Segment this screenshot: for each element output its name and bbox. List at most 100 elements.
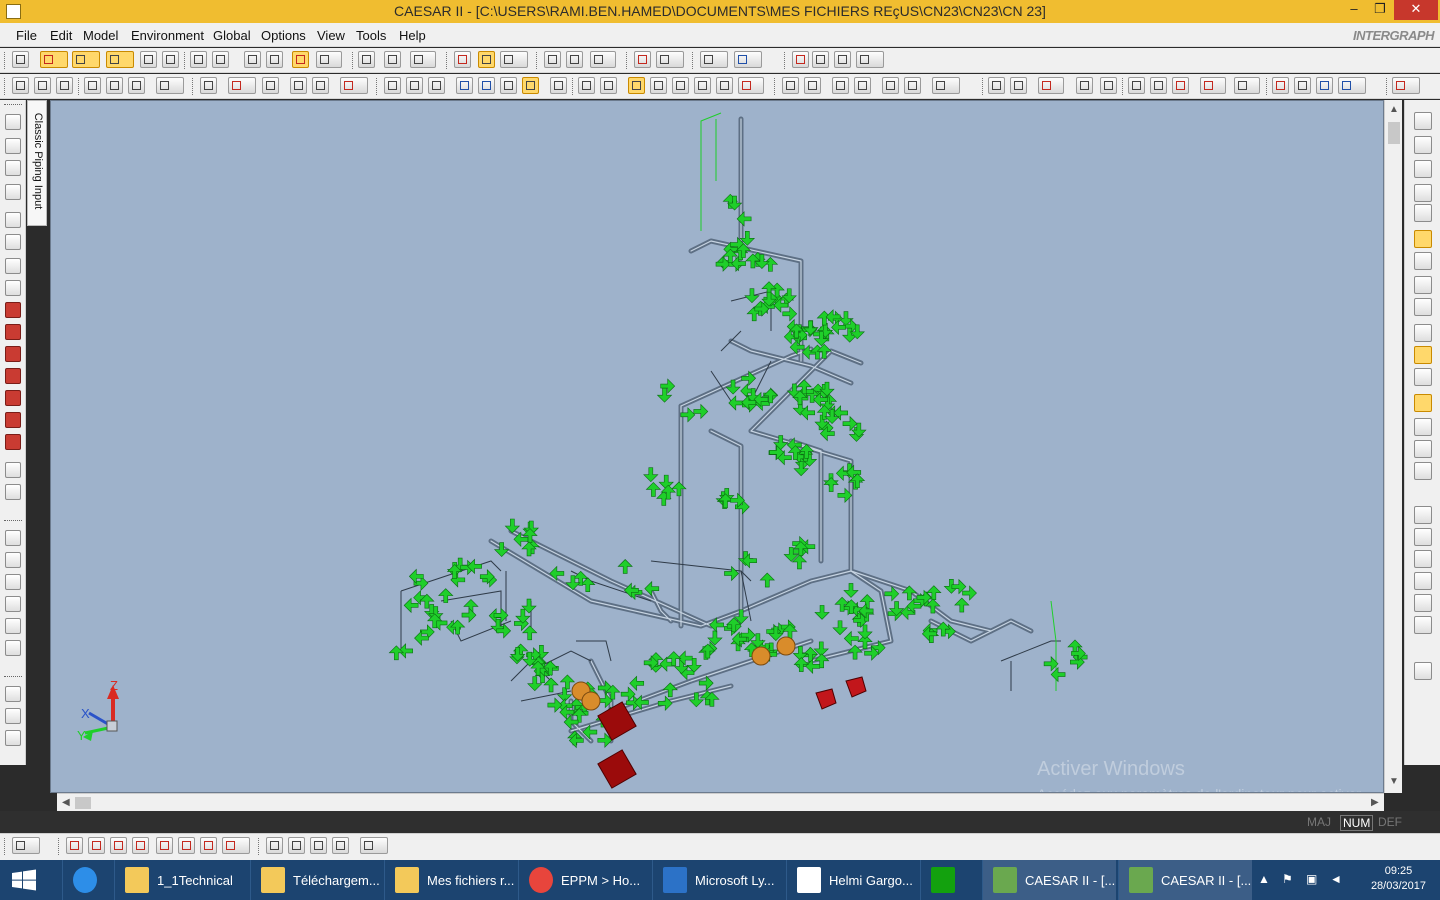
length-button[interactable]	[1010, 77, 1027, 94]
asterisk-icon[interactable]	[5, 686, 21, 702]
stress-button[interactable]	[634, 51, 651, 68]
forces-button[interactable]	[358, 51, 375, 68]
tray-flag-icon[interactable]: ⚑	[1282, 872, 1296, 886]
arrow-back-icon[interactable]	[5, 552, 21, 568]
scroll-right-icon[interactable]: ▶	[1371, 797, 1379, 808]
restraint-button[interactable]	[244, 51, 261, 68]
horizontal-scroll-thumb[interactable]	[75, 797, 91, 809]
e-button[interactable]	[178, 837, 195, 854]
rigid-tool-button[interactable]	[5, 324, 21, 340]
anchors-display-button[interactable]	[1038, 77, 1064, 94]
taskbar-item[interactable]: Helmi Gargo...	[786, 860, 918, 900]
displacement-button[interactable]	[316, 51, 342, 68]
menu-file[interactable]: File	[16, 28, 37, 43]
iso-view-button[interactable]	[932, 77, 960, 94]
temperature-button[interactable]	[1200, 77, 1226, 94]
start-button[interactable]	[0, 860, 48, 900]
node-tool-button[interactable]	[5, 138, 21, 154]
silhouette-button[interactable]	[672, 77, 689, 94]
find-node-button[interactable]	[5, 212, 21, 228]
wave-load-button[interactable]	[1414, 368, 1432, 386]
rotate-button[interactable]	[456, 77, 473, 94]
pressure-button[interactable]	[1234, 77, 1260, 94]
anchor-button[interactable]	[792, 51, 809, 68]
expansion-joint-button[interactable]	[140, 51, 157, 68]
chart-button[interactable]	[222, 837, 250, 854]
lock-icon[interactable]	[5, 730, 21, 746]
tray-volume-icon[interactable]: ◄	[1330, 872, 1344, 886]
tee-button[interactable]	[212, 51, 229, 68]
scroll-down-icon[interactable]: ▼	[1389, 776, 1399, 787]
spring-button[interactable]	[1414, 136, 1432, 154]
open-file-button[interactable]	[34, 77, 51, 94]
weight-button[interactable]	[1392, 77, 1420, 94]
menu-tools[interactable]: Tools	[356, 28, 386, 43]
insert-button[interactable]	[5, 184, 21, 200]
guide-type-button[interactable]	[1414, 184, 1432, 202]
bend-button[interactable]	[72, 51, 100, 68]
allowable-button[interactable]	[1414, 394, 1432, 412]
select-button[interactable]	[600, 77, 617, 94]
model-viewport[interactable]: Z X Y Activer Windows Accédez aux paramè…	[50, 100, 1384, 793]
range-button[interactable]	[5, 234, 21, 250]
top-view-button[interactable]	[832, 77, 849, 94]
flange-tool-button[interactable]	[5, 412, 21, 428]
pan-button[interactable]	[478, 77, 495, 94]
arrow-forward-icon[interactable]	[5, 574, 21, 590]
right-view-button[interactable]	[904, 77, 921, 94]
back-view-button[interactable]	[804, 77, 821, 94]
list-view-button[interactable]	[200, 77, 217, 94]
color-button[interactable]	[734, 51, 762, 68]
insulation-button[interactable]	[1338, 77, 1366, 94]
cut-button[interactable]	[84, 77, 101, 94]
expansion-tool-button[interactable]	[5, 346, 21, 362]
minimize-button[interactable]: –	[1340, 0, 1368, 20]
break-pipe-button[interactable]	[40, 51, 68, 68]
equipment-tool-button[interactable]	[5, 434, 21, 450]
wind-load-button[interactable]	[1414, 252, 1432, 270]
select-element-button[interactable]	[522, 77, 539, 94]
nozzles-display-button[interactable]	[1150, 77, 1167, 94]
support-button[interactable]	[1414, 204, 1432, 222]
settings-button[interactable]	[700, 51, 728, 68]
line-number-button[interactable]	[1414, 506, 1432, 524]
sif-button[interactable]	[190, 51, 207, 68]
plot-button[interactable]	[566, 51, 583, 68]
wall-thickness-button[interactable]	[1316, 77, 1333, 94]
horizontal-scrollbar[interactable]: ◀ ▶	[57, 793, 1384, 811]
translucent-button[interactable]	[716, 77, 733, 94]
taskbar-item[interactable]: 1_1Technical	[114, 860, 246, 900]
flanges-display-button[interactable]	[1172, 77, 1189, 94]
display-options-button[interactable]	[738, 77, 764, 94]
table-button[interactable]	[156, 837, 173, 854]
tag-button[interactable]	[1414, 550, 1432, 568]
tray-network-icon[interactable]: ▣	[1306, 872, 1320, 886]
vertical-scroll-thumb[interactable]	[1388, 122, 1400, 144]
dimension-button[interactable]	[1414, 572, 1432, 590]
thermal-button[interactable]	[1414, 418, 1432, 436]
menu-help[interactable]: Help	[399, 28, 426, 43]
hanger-design-button[interactable]	[1414, 230, 1432, 248]
valve-button[interactable]	[106, 51, 134, 68]
volume-view-button[interactable]	[628, 77, 645, 94]
arrow-next-icon[interactable]	[5, 596, 21, 612]
batch-run-button[interactable]	[478, 51, 495, 68]
menu-edit[interactable]: Edit	[50, 28, 72, 43]
flag-button[interactable]	[332, 837, 349, 854]
copy-button[interactable]	[106, 77, 123, 94]
measure-button[interactable]	[288, 837, 305, 854]
taskbar-item[interactable]: CAESAR II - [...	[982, 860, 1116, 900]
menu-view[interactable]: View	[317, 28, 345, 43]
equipment-check-button[interactable]	[1414, 346, 1432, 364]
refresh-icon[interactable]	[5, 708, 21, 724]
taskbar-item[interactable]	[62, 860, 98, 900]
reducer-tool-button[interactable]	[5, 368, 21, 384]
loop-button[interactable]	[1414, 616, 1432, 634]
draw-button[interactable]	[266, 837, 283, 854]
menu-global[interactable]: Global	[213, 28, 251, 43]
lo-button[interactable]	[132, 837, 149, 854]
menu-model[interactable]: Model	[83, 28, 118, 43]
walk-button[interactable]	[550, 77, 567, 94]
centerline-button[interactable]	[650, 77, 667, 94]
pointer-button[interactable]	[578, 77, 595, 94]
